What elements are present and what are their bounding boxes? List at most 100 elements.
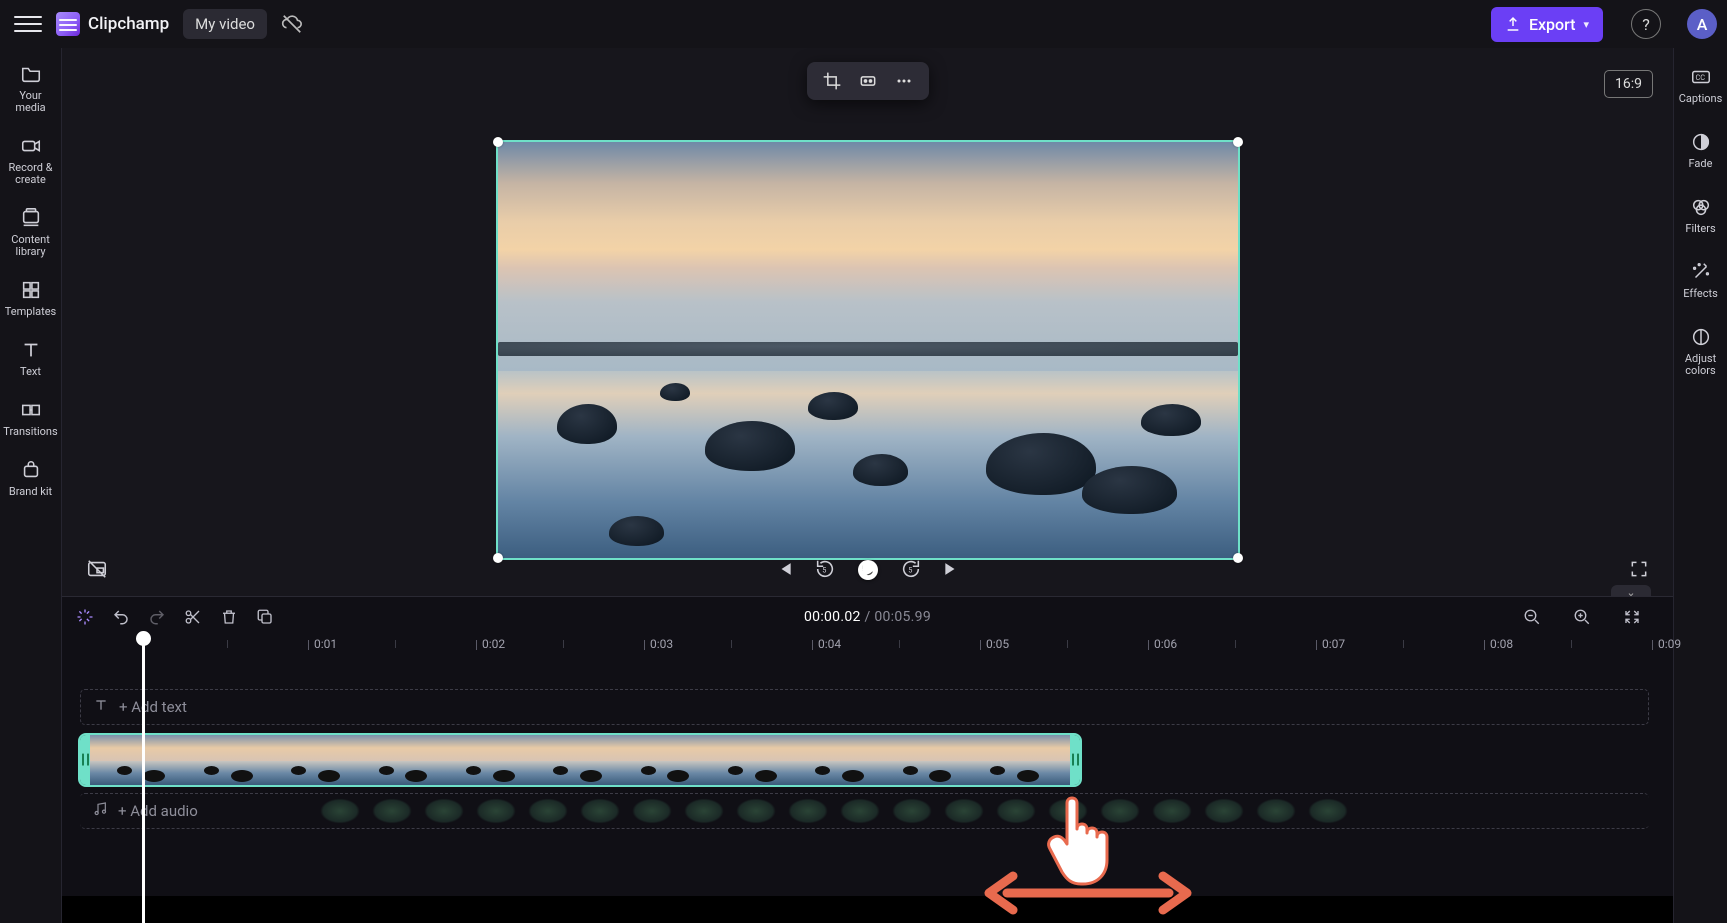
sidebar-label: Transitions bbox=[0, 426, 60, 438]
adjust-colors-icon bbox=[1690, 326, 1712, 348]
ai-sparkle-button[interactable] bbox=[76, 608, 94, 626]
folder-icon bbox=[19, 62, 43, 86]
chevron-down-icon: ▾ bbox=[1583, 18, 1589, 31]
sidebar-label: Text bbox=[17, 366, 44, 378]
ruler-tick: 0:09 bbox=[1652, 637, 1681, 651]
templates-icon bbox=[19, 278, 43, 302]
resize-handle-tl[interactable] bbox=[493, 137, 503, 147]
sidebar-item-transitions[interactable]: Transitions bbox=[0, 398, 61, 438]
sidebar-item-library[interactable]: Content library bbox=[0, 206, 61, 258]
sidebar-label: Content library bbox=[0, 234, 61, 258]
timeline-ruler[interactable]: 0:01 0:02 0:03 0:04 0:05 0:06 0:07 0:08 … bbox=[62, 637, 1673, 665]
rewind-5s-button[interactable]: 5 bbox=[814, 557, 836, 581]
playhead[interactable] bbox=[142, 635, 145, 923]
camera-icon bbox=[19, 134, 43, 158]
video-clip[interactable]: ┃┃ ┃┃ bbox=[80, 735, 1080, 785]
split-button[interactable] bbox=[184, 608, 202, 626]
ruler-tick: 0:01 bbox=[308, 637, 337, 651]
ruler-tick: 0:08 bbox=[1484, 637, 1513, 651]
tutorial-cursor-icon bbox=[1044, 790, 1124, 890]
ruler-tick: 0:03 bbox=[644, 637, 673, 651]
library-icon bbox=[19, 206, 43, 230]
fade-icon bbox=[1690, 131, 1712, 153]
property-label: Adjust colors bbox=[1674, 353, 1727, 377]
zoom-out-button[interactable] bbox=[1523, 608, 1541, 626]
property-item-effects[interactable]: Effects bbox=[1674, 261, 1727, 300]
redo-button[interactable] bbox=[148, 608, 166, 626]
crop-button[interactable] bbox=[821, 70, 843, 92]
property-label: Captions bbox=[1679, 93, 1723, 105]
fill-fit-button[interactable] bbox=[857, 70, 879, 92]
add-text-track[interactable]: + Add text bbox=[80, 689, 1649, 725]
property-label: Effects bbox=[1683, 288, 1718, 300]
effects-icon bbox=[1690, 261, 1712, 283]
resize-handle-tr[interactable] bbox=[1233, 137, 1243, 147]
more-options-button[interactable] bbox=[893, 70, 915, 92]
collapse-preview-button[interactable]: ⌄ bbox=[1611, 585, 1651, 596]
clip-trim-handle-left[interactable]: ┃┃ bbox=[80, 735, 90, 785]
add-audio-track[interactable]: + Add audio bbox=[80, 793, 1649, 829]
sidebar-item-templates[interactable]: Templates bbox=[0, 278, 61, 318]
svg-text:5: 5 bbox=[908, 566, 912, 575]
clip-trim-handle-right[interactable]: ┃┃ bbox=[1070, 735, 1080, 785]
text-icon bbox=[19, 338, 43, 362]
forward-5s-button[interactable]: 5 bbox=[900, 557, 922, 581]
skip-start-button[interactable] bbox=[774, 557, 794, 581]
property-item-filters[interactable]: Filters bbox=[1674, 196, 1727, 235]
cloud-sync-off-icon[interactable] bbox=[281, 13, 303, 35]
app-name: Clipchamp bbox=[88, 14, 169, 34]
canvas-floating-toolbar bbox=[807, 62, 929, 100]
preview-canvas[interactable] bbox=[498, 142, 1238, 558]
add-text-label: + Add text bbox=[119, 698, 187, 716]
brand-kit-icon bbox=[19, 458, 43, 482]
fit-timeline-button[interactable] bbox=[1623, 608, 1641, 626]
property-label: Fade bbox=[1689, 158, 1713, 170]
ruler-tick: 0:07 bbox=[1316, 637, 1345, 651]
zoom-in-button[interactable] bbox=[1573, 608, 1591, 626]
app-brand: Clipchamp bbox=[56, 12, 169, 36]
property-item-fade[interactable]: Fade bbox=[1674, 131, 1727, 170]
sidebar-label: Record & create bbox=[0, 162, 61, 186]
ruler-tick: 0:02 bbox=[476, 637, 505, 651]
sidebar-item-text[interactable]: Text bbox=[0, 338, 61, 378]
ruler-tick: 0:05 bbox=[980, 637, 1009, 651]
fullscreen-button[interactable] bbox=[1629, 559, 1649, 579]
current-time: 00:00.02 bbox=[804, 609, 861, 625]
picture-in-picture-off-button[interactable] bbox=[86, 558, 108, 580]
filters-icon bbox=[1690, 196, 1712, 218]
letterbox bbox=[62, 896, 1673, 923]
sidebar-item-your-media[interactable]: Your media bbox=[0, 62, 61, 114]
sidebar-item-record[interactable]: Record & create bbox=[0, 134, 61, 186]
text-icon bbox=[93, 697, 109, 717]
svg-text:5: 5 bbox=[822, 566, 826, 575]
skip-end-button[interactable] bbox=[942, 557, 962, 581]
waveform-placeholder bbox=[80, 794, 1649, 828]
project-title-input[interactable]: My video bbox=[183, 9, 267, 39]
duplicate-button[interactable] bbox=[256, 608, 274, 626]
transitions-icon bbox=[19, 398, 43, 422]
export-button[interactable]: Export ▾ bbox=[1491, 7, 1603, 42]
sidebar-label: Your media bbox=[0, 90, 61, 114]
clip-thumbnails bbox=[90, 735, 1070, 785]
undo-button[interactable] bbox=[112, 608, 130, 626]
menu-button[interactable] bbox=[14, 10, 42, 38]
property-item-adjust[interactable]: Adjust colors bbox=[1674, 326, 1727, 377]
sidebar-item-brand[interactable]: Brand kit bbox=[0, 458, 61, 498]
help-button[interactable]: ? bbox=[1631, 9, 1661, 39]
sidebar-label: Brand kit bbox=[6, 486, 55, 498]
selection-outline bbox=[498, 142, 1238, 558]
delete-button[interactable] bbox=[220, 608, 238, 626]
clipchamp-logo-icon bbox=[56, 12, 80, 36]
sidebar-label: Templates bbox=[2, 306, 59, 318]
ruler-tick: 0:06 bbox=[1148, 637, 1177, 651]
total-time: 00:05.99 bbox=[874, 609, 931, 625]
ruler-tick: 0:04 bbox=[812, 637, 841, 651]
play-button[interactable] bbox=[856, 557, 880, 581]
export-label: Export bbox=[1529, 15, 1576, 34]
timecode-display: 00:00.02 / 00:05.99 bbox=[804, 609, 931, 625]
aspect-ratio-button[interactable]: 16:9 bbox=[1604, 70, 1653, 98]
property-label: Filters bbox=[1685, 223, 1715, 235]
property-item-captions[interactable]: CC Captions bbox=[1674, 66, 1727, 105]
avatar[interactable]: A bbox=[1687, 9, 1717, 39]
svg-text:CC: CC bbox=[1695, 73, 1705, 82]
